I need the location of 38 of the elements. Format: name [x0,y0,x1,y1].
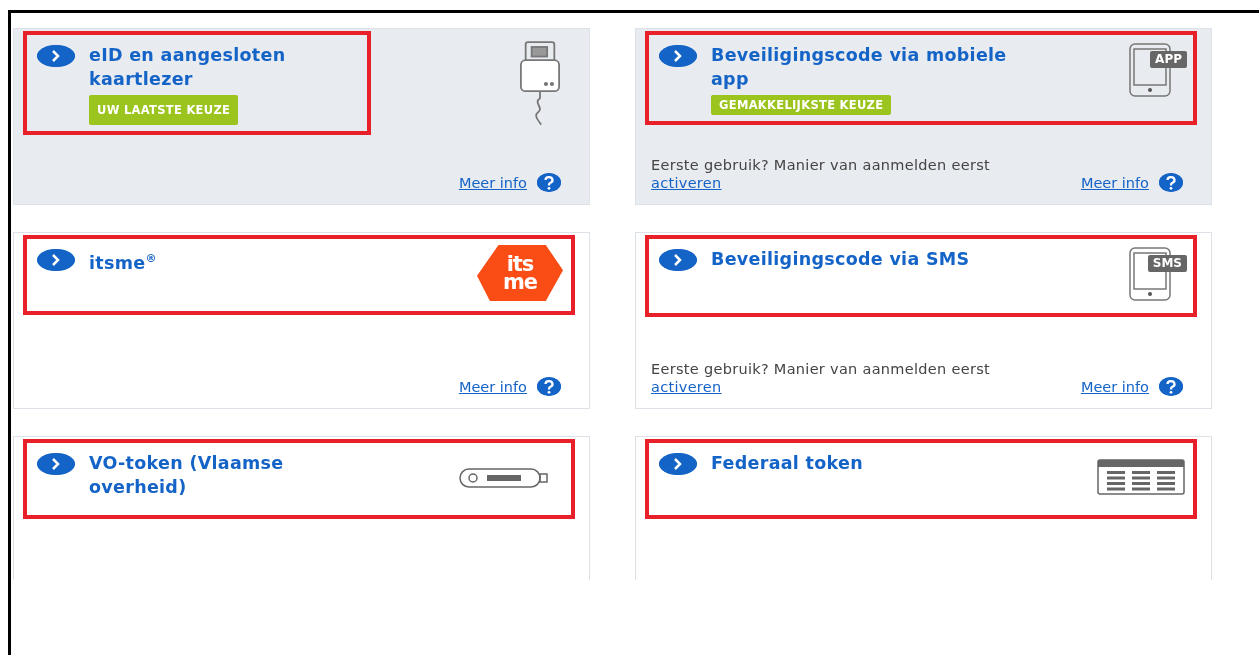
chevron-right-icon[interactable] [659,249,697,271]
icon-label: APP [1150,51,1187,68]
card-reader-icon [519,41,561,127]
first-use-note: Eerste gebruik? Manier van aanmelden eerst activeren [651,360,991,396]
more-info-link[interactable]: Meer info [458,174,527,191]
first-use-note: Eerste gebruik? Manier van aanmelden eerst activeren [651,156,991,192]
usb-token-icon [459,467,549,489]
card[interactable]: itsme$^{®}$ its me Meer info [13,232,590,409]
card[interactable]: VO-token (Vlaamse overheid) [13,436,590,580]
option-title[interactable]: Beveiligingscode via mobiele app [711,43,1007,91]
help-icon[interactable] [537,173,561,192]
icon-label: SMS [1147,255,1187,272]
card[interactable]: Beveiligingscode via mobiele app GEMAKKELIJKSTE KEUZE APP Eerste gebruik? Manier van aanmelden eerst activeren Meer info [635,28,1212,205]
help-icon[interactable] [537,377,561,396]
choice-tag: GEMAKKELIJKSTE KEUZE [711,95,892,115]
option-title[interactable]: eID en aangesloten kaartlezer [89,43,286,91]
option-title[interactable]: VO-token (Vlaamse overheid) [89,451,284,499]
option-title[interactable]: itsme$^{®}$ [89,247,157,275]
chevron-right-icon[interactable] [37,249,75,271]
keypad-token-icon [1097,459,1185,495]
card[interactable]: Beveiligingscode via SMS SMS Eerste gebruik? Manier van aanmelden eerst activeren Meer info [635,232,1212,409]
card[interactable]: eID en aangesloten kaartlezer UW LAATSTE KEUZE Meer info [13,28,590,205]
more-info-link[interactable]: Meer info [458,378,527,395]
activate-link[interactable]: activeren [651,379,722,395]
chevron-right-icon[interactable] [37,453,75,475]
more-info-link[interactable]: Meer info [1080,378,1149,395]
chevron-right-icon[interactable] [37,45,75,67]
chevron-right-icon[interactable] [659,45,697,67]
logo: its me [477,245,563,301]
help-icon[interactable] [1159,377,1183,396]
option-title[interactable]: Federaal token [711,451,863,475]
activate-link[interactable]: activeren [651,175,722,191]
chevron-right-icon[interactable] [659,453,697,475]
help-icon[interactable] [1159,173,1183,192]
option-title[interactable]: Beveiligingscode via SMS [711,247,970,271]
choice-tag: UW LAATSTE KEUZE [89,95,239,125]
more-info-link[interactable]: Meer info [1080,174,1149,191]
card[interactable]: Federaal token [635,436,1212,580]
